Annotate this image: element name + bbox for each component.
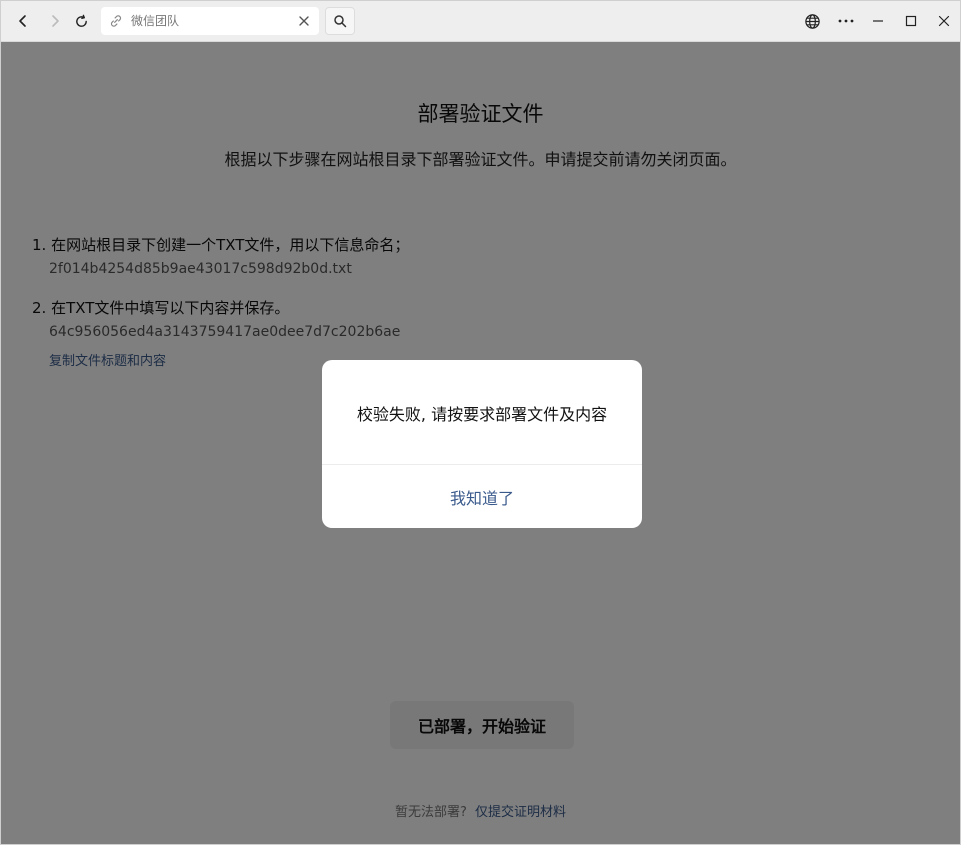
address-title: 微信团队 <box>131 14 180 28</box>
refresh-button[interactable] <box>67 7 95 35</box>
globe-icon <box>804 13 820 29</box>
globe-button[interactable] <box>798 7 826 35</box>
close-icon <box>938 15 950 27</box>
link-icon <box>110 15 122 27</box>
back-button[interactable] <box>9 7 37 35</box>
dialog-confirm-button[interactable]: 我知道了 <box>322 465 642 528</box>
search-button[interactable] <box>325 7 355 35</box>
browser-window: 微信团队 校验失败, 请按要求部署文件及内容 我知道了 <box>0 0 961 845</box>
address-bar[interactable]: 微信团队 <box>101 7 319 35</box>
forward-button[interactable] <box>41 7 69 35</box>
dialog-message: 校验失败, 请按要求部署文件及内容 <box>356 405 608 424</box>
maximize-button[interactable] <box>897 7 925 35</box>
minimize-icon <box>873 20 883 22</box>
chevron-left-icon <box>19 15 26 27</box>
error-dialog: 校验失败, 请按要求部署文件及内容 我知道了 <box>322 360 642 528</box>
browser-toolbar: 微信团队 <box>1 1 960 42</box>
search-icon <box>334 15 347 28</box>
minimize-button[interactable] <box>864 7 892 35</box>
window-close-button[interactable] <box>930 7 958 35</box>
refresh-icon <box>75 14 87 27</box>
maximize-icon <box>905 15 917 27</box>
more-icon <box>838 19 854 23</box>
close-icon[interactable] <box>297 14 311 28</box>
more-button[interactable] <box>832 7 860 35</box>
chevron-right-icon <box>52 15 59 27</box>
